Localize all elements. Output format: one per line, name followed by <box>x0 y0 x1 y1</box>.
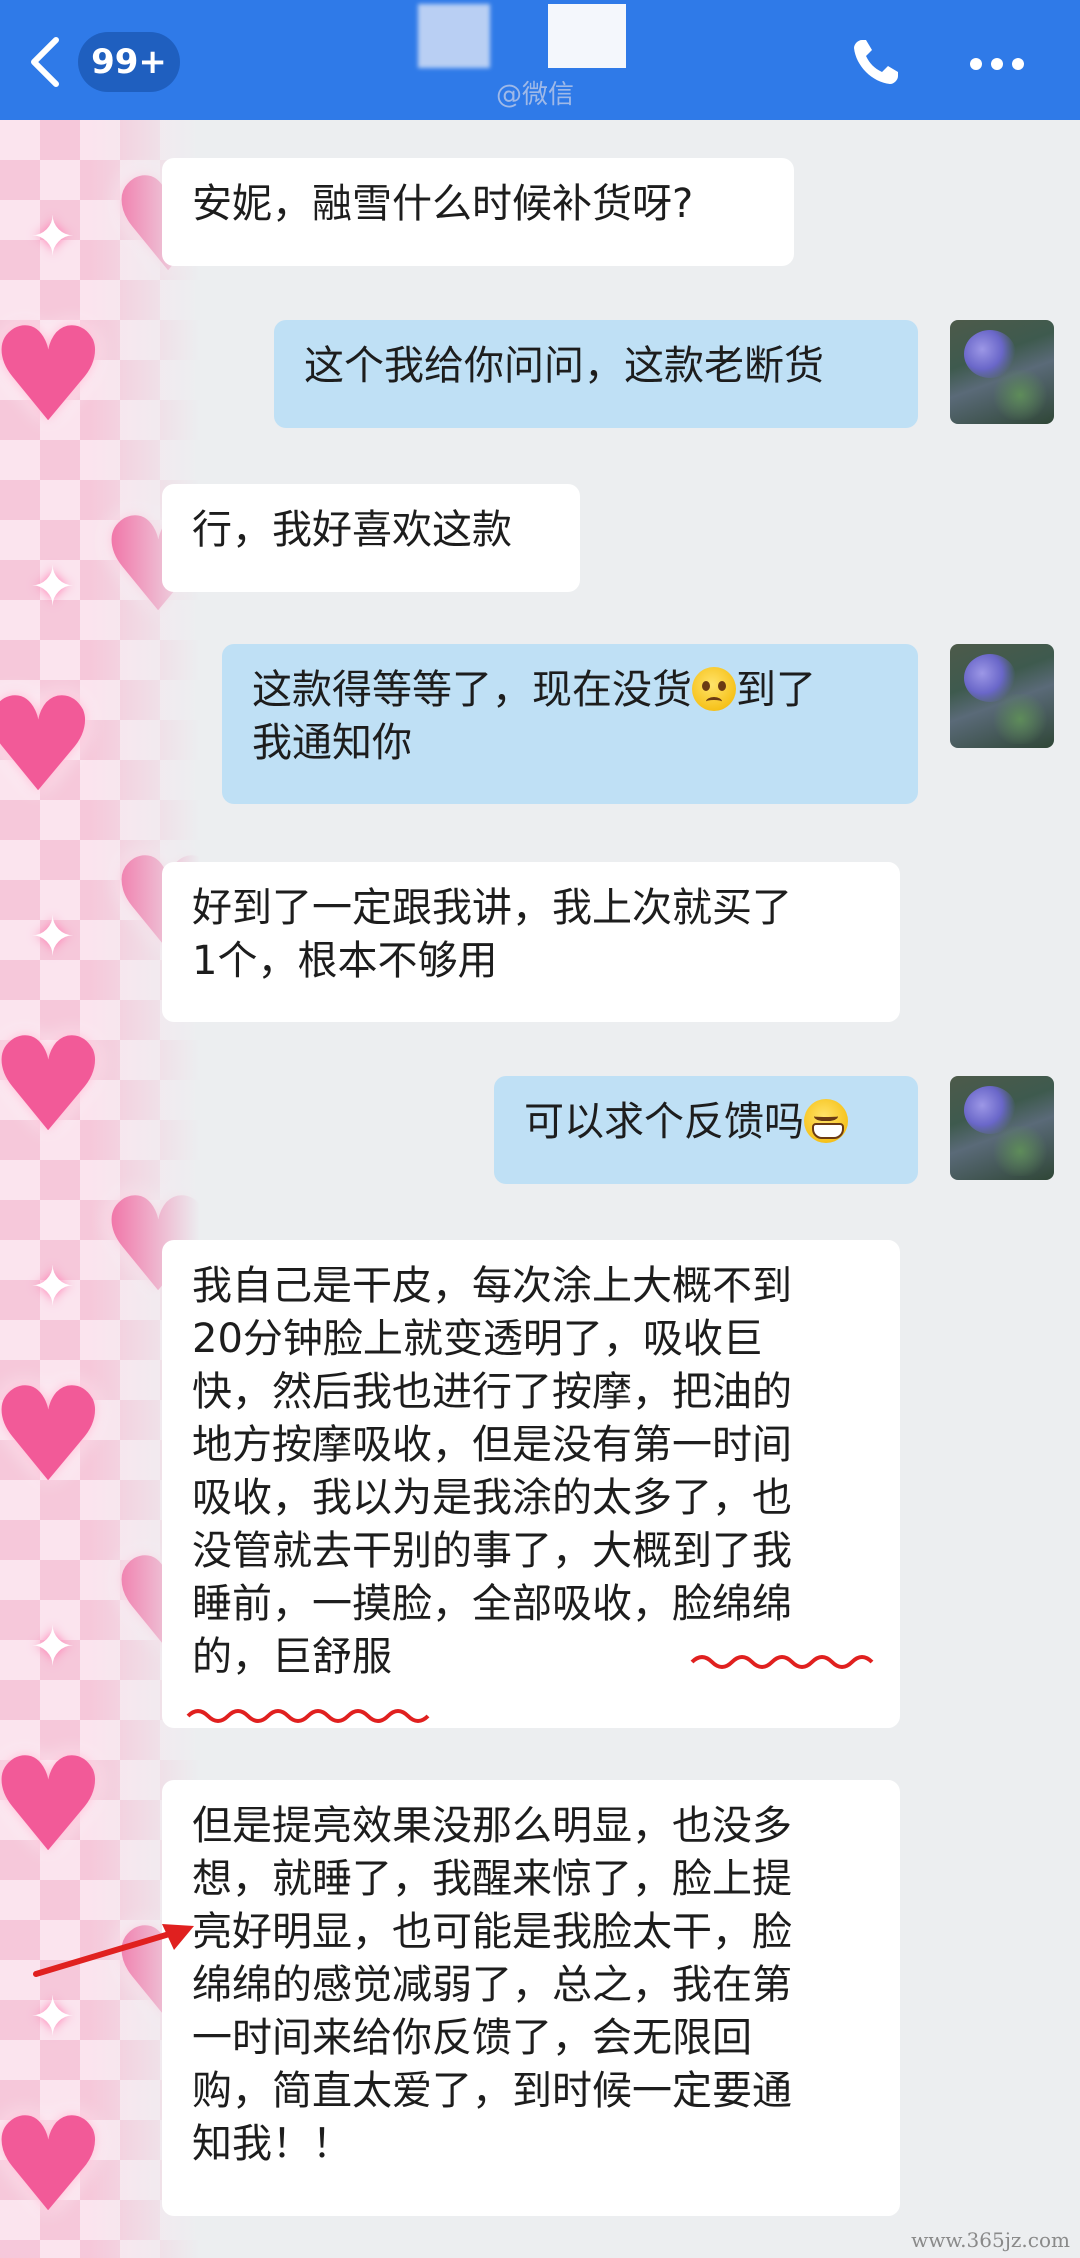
red-underline-annotation <box>690 1655 874 1669</box>
message-text: 这款得等等了，现在没货 <box>252 667 692 713</box>
message-line: 想，就睡了，我醒来惊了，脸上提 <box>192 1856 792 1902</box>
red-underline-annotation <box>186 1709 430 1723</box>
message-line: 吸收，我以为是我涂的太多了，也 <box>192 1475 792 1521</box>
red-arrow-annotation <box>33 1924 194 1977</box>
message-text: 可以求个反馈吗 <box>524 1099 804 1145</box>
message-line: 购，简直太爱了，到时候一定要通 <box>192 2068 792 2114</box>
message-line: 绵绵的感觉减弱了，总之，我在第 <box>192 1962 792 2008</box>
message-line: 地方按摩吸收，但是没有第一时间 <box>192 1422 792 1468</box>
chat-header: 99+ @微信 <box>0 0 1080 120</box>
watermark: www.365jz.com <box>911 2228 1070 2252</box>
chevron-left-icon[interactable] <box>26 34 66 90</box>
message-line: 1个，根本不够用 <box>192 938 498 984</box>
grinning-face-icon <box>804 1099 848 1143</box>
avatar[interactable] <box>950 320 1054 424</box>
message-line: 没管就去干别的事了，大概到了我 <box>192 1528 792 1574</box>
message-bubble-incoming[interactable]: 安妮，融雪什么时候补货呀? <box>162 158 794 266</box>
message-bubble-incoming[interactable]: 但是提亮效果没那么明显，也没多 想，就睡了，我醒来惊了，脸上提 亮好明显，也可能… <box>162 1780 900 2216</box>
message-line: 知我！！ <box>192 2121 352 2167</box>
blurred-contact-name <box>418 4 490 68</box>
message-bubble-outgoing[interactable]: 可以求个反馈吗 <box>494 1076 918 1184</box>
message-text: 行，我好喜欢这款 <box>192 507 512 553</box>
message-line: 20分钟脸上就变透明了，吸收巨 <box>192 1316 763 1362</box>
message-text: 这个我给你问问，这款老断货 <box>304 343 824 389</box>
more-icon[interactable] <box>968 56 1026 72</box>
unread-badge[interactable]: 99+ <box>78 32 180 92</box>
message-line: 一时间来给你反馈了，会无限回 <box>192 2015 752 2061</box>
message-bubble-incoming[interactable]: 好到了一定跟我讲，我上次就买了 1个，根本不够用 <box>162 862 900 1022</box>
worried-face-icon <box>692 667 736 711</box>
wechat-tag: @微信 <box>496 80 575 110</box>
message-text: 我通知你 <box>252 720 412 766</box>
avatar[interactable] <box>950 644 1054 748</box>
message-line: 好到了一定跟我讲，我上次就买了 <box>192 885 792 931</box>
message-text: 安妮，融雪什么时候补货呀? <box>192 181 694 227</box>
blurred-contact-name-2 <box>548 4 626 68</box>
message-bubble-incoming[interactable]: 行，我好喜欢这款 <box>162 484 580 592</box>
message-line: 睡前，一摸脸，全部吸收，脸绵绵 <box>192 1581 792 1627</box>
avatar[interactable] <box>950 1076 1054 1180</box>
message-text: 到了 <box>736 667 816 713</box>
message-bubble-outgoing[interactable]: 这个我给你问问，这款老断货 <box>274 320 918 428</box>
phone-icon[interactable] <box>848 36 902 90</box>
message-line: 但是提亮效果没那么明显，也没多 <box>192 1803 792 1849</box>
message-line: 我自己是干皮，每次涂上大概不到 <box>192 1263 792 1309</box>
message-bubble-outgoing[interactable]: 这款得等等了，现在没货 到了 我通知你 <box>222 644 918 804</box>
message-line: 亮好明显，也可能是我脸太干，脸 <box>192 1909 792 1955</box>
message-line: 快，然后我也进行了按摩，把油的 <box>192 1369 792 1415</box>
